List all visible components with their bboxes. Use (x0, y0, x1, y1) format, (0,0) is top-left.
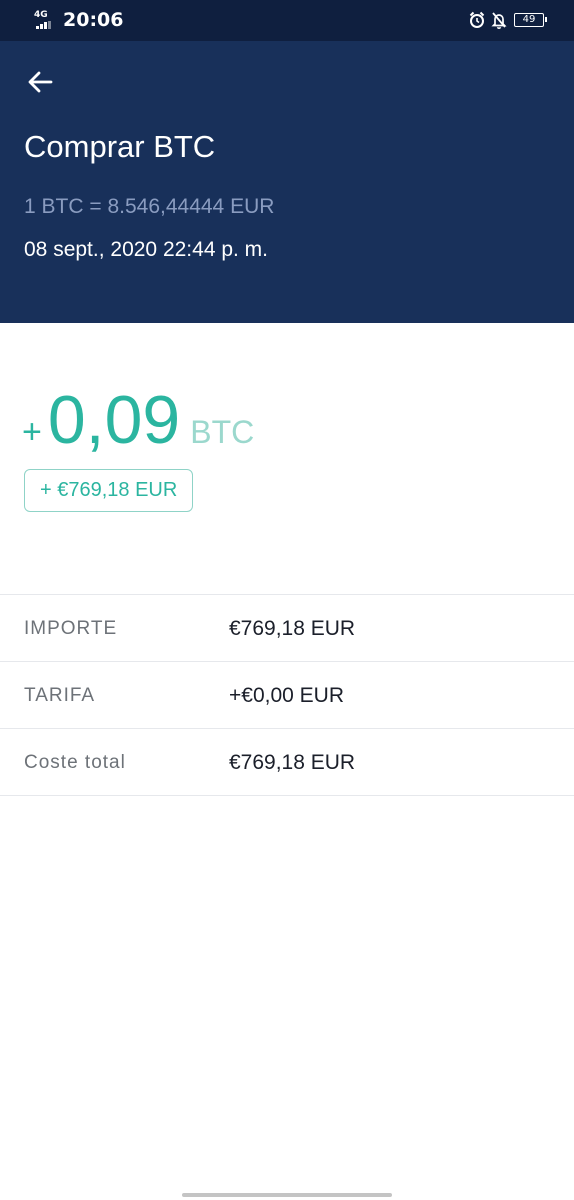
amount-sign: + (22, 413, 42, 451)
status-bar: 4G 20:06 49 (0, 0, 574, 41)
amount-unit: BTC (190, 414, 255, 450)
exchange-rate: 1 BTC = 8.546,44444 EUR (24, 195, 275, 218)
status-time: 20:06 (63, 9, 124, 31)
home-indicator[interactable] (182, 1193, 392, 1197)
alarm-icon (469, 11, 485, 28)
detail-label: Coste total (24, 752, 126, 773)
detail-row-tarifa: TARIFA +€0,00 EUR (0, 662, 574, 729)
network-type: 4G (34, 10, 48, 20)
detail-label: IMPORTE (24, 618, 118, 639)
detail-row-importe: IMPORTE €769,18 EUR (0, 595, 574, 662)
page-title: Comprar BTC (24, 129, 216, 164)
detail-label: TARIFA (24, 685, 96, 706)
detail-value: +€0,00 EUR (229, 684, 344, 707)
details-list: IMPORTE €769,18 EUR TARIFA +€0,00 EUR Co… (0, 594, 574, 796)
amount-value: 0,09 (47, 382, 181, 458)
signal-icon: 4G (32, 10, 54, 30)
fiat-amount-badge: + €769,18 EUR (24, 469, 194, 512)
detail-value: €769,18 EUR (229, 751, 356, 774)
detail-row-total: Coste total €769,18 EUR (0, 729, 574, 796)
battery-icon: 49 (514, 13, 547, 27)
crypto-amount: +0,09 BTC (22, 380, 254, 460)
arrow-left-icon (28, 71, 53, 93)
transaction-datetime: 08 sept., 2020 22:44 p. m. (24, 238, 269, 261)
detail-value: €769,18 EUR (229, 617, 356, 640)
back-button[interactable] (22, 65, 58, 101)
header: Comprar BTC 1 BTC = 8.546,44444 EUR 08 s… (0, 41, 574, 323)
notifications-off-icon (491, 12, 507, 29)
battery-level: 49 (522, 14, 536, 25)
